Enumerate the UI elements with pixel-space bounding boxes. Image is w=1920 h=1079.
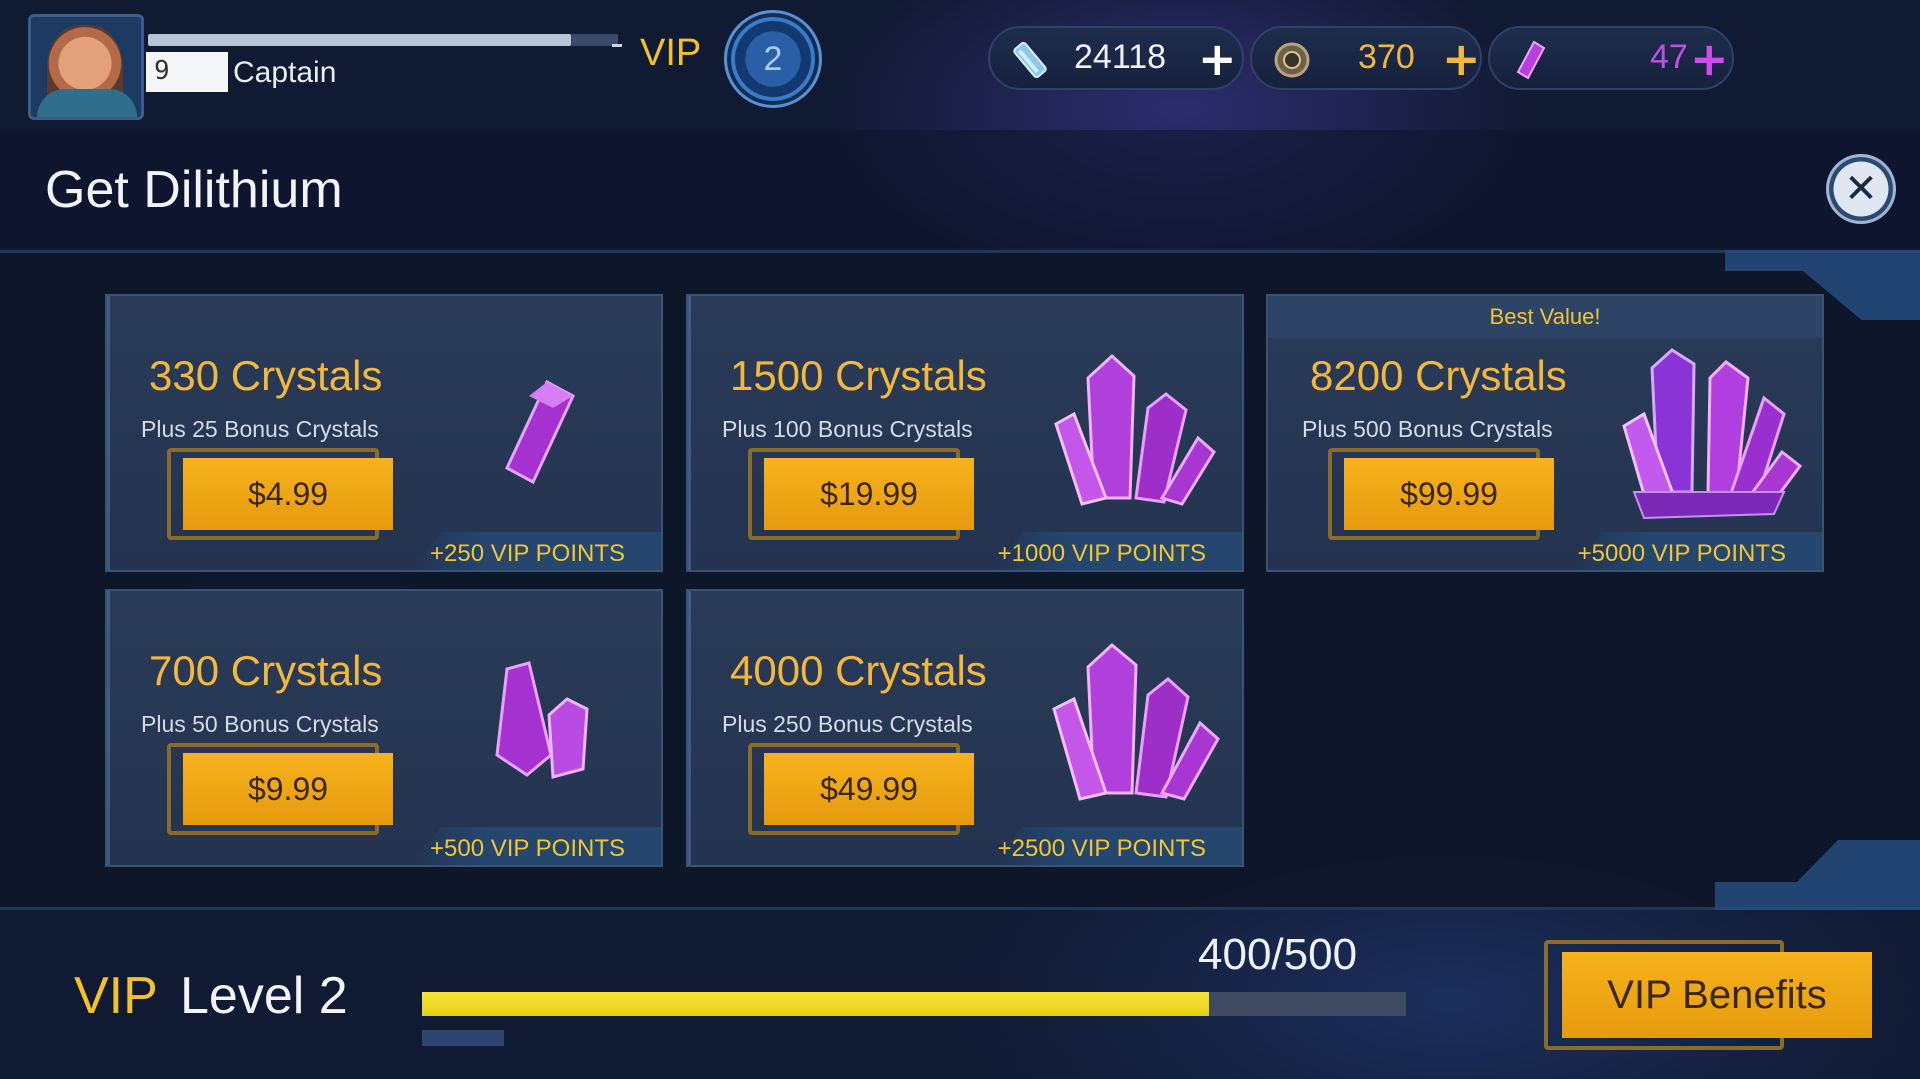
latinum-bar-icon [1013,41,1047,79]
vip-label: VIP [640,32,702,74]
avatar-uniform [37,89,137,117]
resource-dilithium[interactable]: 47 + [1488,26,1734,90]
vip-footer-label: VIP [74,967,158,1025]
buy-button-99-99[interactable]: $99.99 [1344,458,1554,530]
buy-button-49-99[interactable]: $49.99 [764,753,974,825]
xp-progress-bar [148,34,618,46]
offer-bonus: Plus 25 Bonus Crystals [141,416,379,442]
card-bracket [688,591,700,865]
large-crystal-cluster-icon [1622,348,1803,520]
resource-latinum[interactable]: 24118 + [988,26,1244,90]
vip-progress-bar [422,992,1406,1016]
offer-card-1500[interactable]: 1500 Crystals Plus 100 Bonus Crystals $1… [686,294,1244,572]
crystal-cluster-icon [1054,353,1216,506]
crystal-cluster-icon [1052,643,1220,801]
parsteel-icon [1274,42,1310,78]
offer-bonus: Plus 500 Bonus Crystals [1302,416,1553,442]
offer-vip-points: +1000 VIP POINTS [997,540,1206,567]
close-icon: ✕ [1844,166,1878,212]
offer-title: 1500 Crystals [730,352,987,399]
vip-progress-underline [422,1030,504,1046]
offer-vip-points: +2500 VIP POINTS [997,835,1206,862]
top-bar: 9 Captain VIP 2 24118 + 370 + 47 + [0,0,1920,128]
vip-badge-level: 2 [763,39,783,78]
resource-parsteel-value: 370 [1358,38,1415,76]
offer-card-4000[interactable]: 4000 Crystals Plus 250 Bonus Crystals $4… [686,589,1244,867]
offer-title: 4000 Crystals [730,647,987,694]
double-crystal-icon [495,661,589,779]
buy-button-19-99[interactable]: $19.99 [764,458,974,530]
offer-card-8200[interactable]: Best Value! 8200 Crystals Plus 500 Bonus… [1266,294,1824,572]
offer-title: 700 Crystals [149,647,383,694]
offer-title: 8200 Crystals [1310,352,1567,399]
player-avatar[interactable] [28,14,144,120]
offer-card-700[interactable]: 700 Crystals Plus 50 Bonus Crystals $9.9… [105,589,663,867]
offer-bonus: Plus 50 Bonus Crystals [141,711,379,737]
player-rank: Captain [233,56,337,89]
add-parsteel-button[interactable]: + [1442,32,1481,86]
vip-level-label: Level 2 [180,967,348,1025]
card-bracket [688,296,700,570]
offer-vip-points: +5000 VIP POINTS [1577,540,1786,567]
buy-button-4-99[interactable]: $4.99 [183,458,393,530]
resource-dilithium-value: 47 [1650,38,1688,76]
vip-progress-fill [422,992,1210,1016]
add-latinum-button[interactable]: + [1198,32,1237,86]
card-bracket [107,591,119,865]
close-button[interactable]: ✕ [1826,154,1896,224]
vip-progress-text: 400/500 [1198,930,1358,979]
resource-parsteel[interactable]: 370 + [1250,26,1482,90]
page-title: Get Dilithium [45,161,343,219]
add-dilithium-button[interactable]: + [1690,32,1729,86]
dilithium-crystal-icon [1516,40,1546,80]
vip-benefits-button[interactable]: VIP Benefits [1562,952,1872,1038]
offer-vip-points: +250 VIP POINTS [430,540,625,567]
best-value-label: Best Value! [1489,304,1601,329]
xp-progress-fill [148,34,571,46]
player-level: 9 [146,52,228,92]
offer-card-330[interactable]: 330 Crystals Plus 25 Bonus Crystals $4.9… [105,294,663,572]
offer-bonus: Plus 100 Bonus Crystals [722,416,973,442]
buy-button-9-99[interactable]: $9.99 [183,753,393,825]
xp-bar-tip [612,44,622,47]
resource-latinum-value: 24118 [1074,38,1167,76]
vip-badge-icon[interactable]: 2 [724,10,822,108]
offer-bonus: Plus 250 Bonus Crystals [722,711,973,737]
offer-vip-points: +500 VIP POINTS [430,835,625,862]
card-bracket [107,296,119,570]
single-crystal-icon [505,379,575,485]
offer-title: 330 Crystals [149,352,383,399]
